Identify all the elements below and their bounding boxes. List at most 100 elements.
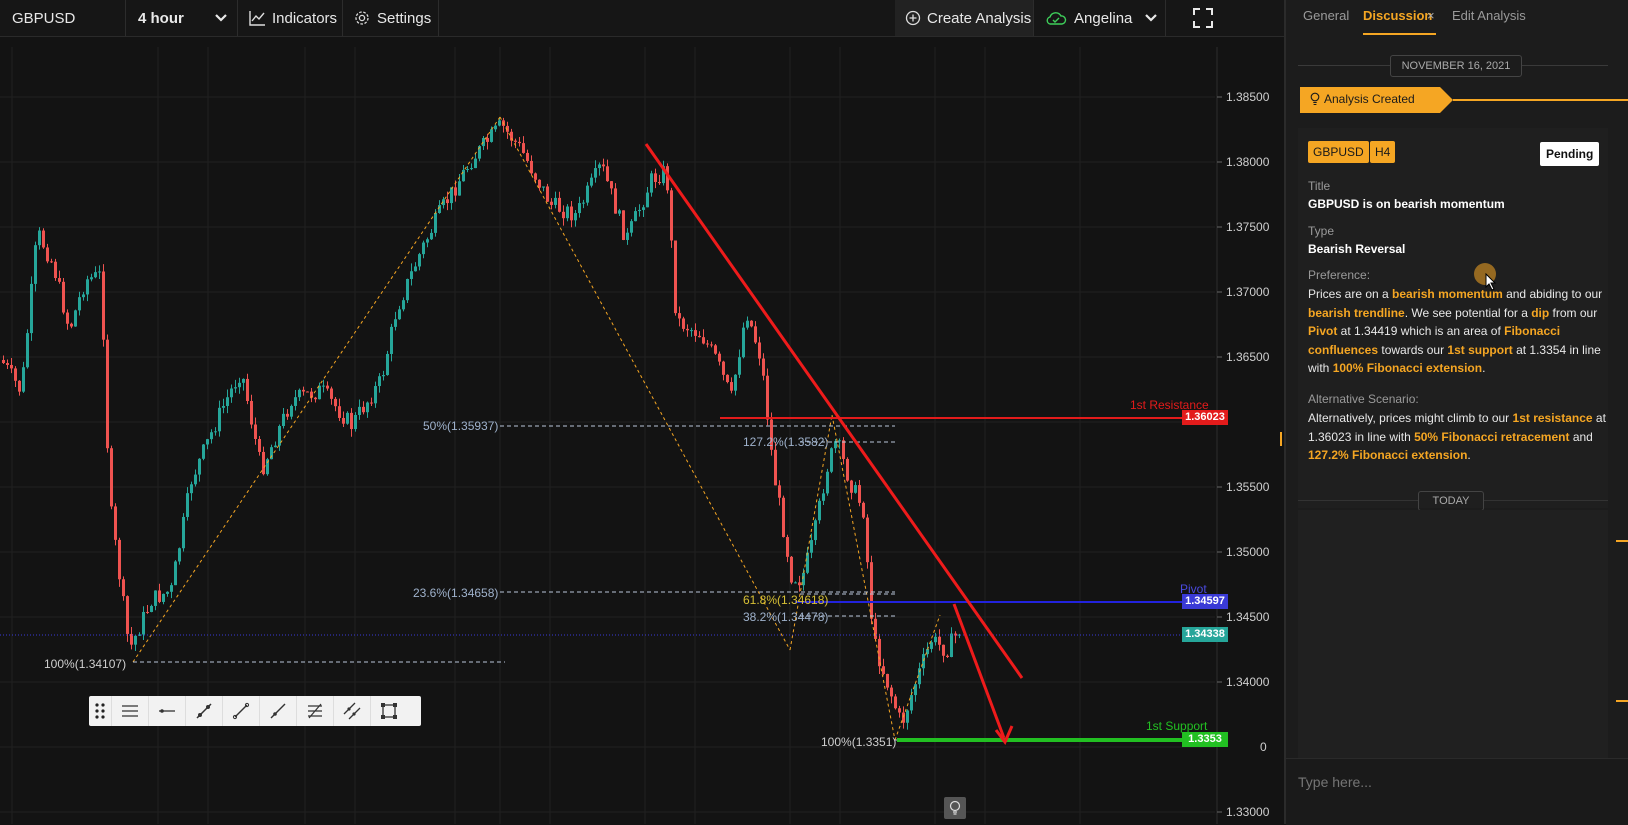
tool-parallel-channel[interactable]: [333, 696, 371, 726]
candle-body: [330, 388, 333, 399]
message-list: [1298, 510, 1608, 758]
candle-body: [542, 186, 545, 188]
candle-body: [590, 177, 593, 186]
tool-horizontal-ray[interactable]: [148, 696, 186, 726]
symbol-selector[interactable]: GBPUSD: [12, 0, 122, 36]
candle-body: [674, 240, 677, 314]
candle-body: [458, 181, 461, 196]
candle-body: [946, 655, 949, 658]
candle-body: [670, 190, 673, 241]
candle-body: [142, 611, 145, 635]
type-label: Type: [1308, 224, 1335, 238]
tab-edit-analysis[interactable]: Edit Analysis: [1452, 8, 1526, 23]
candle-body: [598, 164, 601, 169]
price-chart[interactable]: 1.38500 1.38000 1.37500 1.37000 1.36500 1.355…: [0, 37, 1284, 824]
candle-body: [2, 360, 5, 364]
candle-body: [778, 485, 781, 498]
candle-body: [518, 141, 521, 144]
highlight: 1st resistance: [1512, 411, 1593, 425]
candle-body: [550, 201, 553, 205]
candle-body: [358, 406, 361, 415]
candle-body: [914, 684, 917, 696]
candle-body: [70, 323, 73, 327]
candle-body: [634, 211, 637, 222]
tab-general[interactable]: General: [1303, 8, 1349, 23]
candle-body: [338, 406, 341, 418]
candle-body: [898, 708, 901, 713]
candle-body: [682, 318, 685, 329]
tab-discussion[interactable]: Discussion: [1363, 8, 1432, 23]
candle-body: [386, 353, 389, 376]
tool-trend-line[interactable]: [185, 696, 223, 726]
ray-icon: [270, 703, 285, 719]
tool-ray[interactable]: [259, 696, 297, 726]
highlight: bearish trendline: [1308, 305, 1405, 320]
settings-button[interactable]: Settings: [354, 0, 440, 36]
candle-body: [766, 375, 769, 420]
tool-line[interactable]: [222, 696, 260, 726]
drag-handle[interactable]: [89, 696, 112, 726]
idea-marker[interactable]: [944, 797, 966, 819]
candle-body: [114, 506, 117, 540]
create-analysis-button[interactable]: Create Analysis: [895, 0, 1033, 36]
candle-body: [390, 326, 393, 354]
candle-body: [734, 374, 737, 391]
tool-horizontal-lines[interactable]: [111, 696, 149, 726]
candle-body: [34, 245, 37, 284]
candle-body: [566, 206, 569, 219]
highlight: Pivot: [1308, 324, 1338, 338]
highlight: 127.2% Fibonacci extension: [1308, 448, 1468, 462]
price-tick: 1.37000: [1226, 285, 1270, 299]
candle-body: [718, 353, 721, 362]
candle-body: [538, 179, 541, 188]
candle-body: [858, 485, 861, 503]
candle-body: [242, 378, 245, 383]
candle-body: [254, 424, 257, 439]
candle-body: [166, 591, 169, 594]
candle-body: [610, 181, 613, 189]
candle-body: [910, 695, 913, 711]
message-input[interactable]: [1296, 770, 1620, 794]
cloud-check-icon: [1046, 12, 1067, 25]
candle-body: [730, 382, 733, 391]
timeframe-dropdown[interactable]: 4 hour: [138, 0, 234, 36]
close-tab-icon[interactable]: ×: [1427, 8, 1435, 23]
analysis-panel: General Discussion × Edit Analysis NOVEM…: [1284, 0, 1628, 825]
candle-body: [782, 497, 785, 538]
fullscreen-button[interactable]: [1192, 0, 1222, 36]
candle-body: [750, 320, 753, 327]
user-menu[interactable]: Angelina: [1045, 0, 1165, 36]
timeframe-label: 4 hour: [138, 9, 184, 27]
candle-body: [486, 138, 489, 142]
candle-body: [430, 232, 433, 240]
highlight: dip: [1531, 305, 1550, 320]
tool-rectangle[interactable]: [370, 696, 407, 726]
drawing-toolbar: [89, 696, 421, 726]
date-divider: NOVEMBER 16, 2021: [1390, 55, 1522, 77]
candle-body: [574, 213, 577, 221]
candle-body: [74, 310, 77, 327]
candle-body: [470, 168, 473, 170]
candle-body: [498, 120, 501, 126]
lightbulb-icon: [1310, 92, 1320, 106]
candle-body: [526, 152, 529, 161]
bearish-trendline: [644, 143, 1024, 679]
candle-body: [570, 206, 573, 221]
candle-body: [302, 389, 305, 392]
candle-body: [6, 363, 9, 365]
candle-body: [794, 582, 797, 584]
horizontal-ray-icon: [158, 709, 175, 713]
candle-body: [62, 281, 65, 313]
indicators-button[interactable]: Indicators: [249, 0, 344, 36]
candle-body: [418, 254, 421, 267]
pivot-price-tag: 1.34597: [1182, 594, 1228, 609]
candle-body: [450, 187, 453, 204]
candle-body: [558, 197, 561, 212]
candle-body: [326, 385, 329, 389]
tool-fibonacci[interactable]: [296, 696, 334, 726]
candle-body: [698, 335, 701, 338]
indicators-label: Indicators: [272, 9, 338, 27]
candle-body: [162, 593, 165, 602]
active-tab-indicator: [1363, 33, 1436, 35]
candle-body: [710, 344, 713, 346]
